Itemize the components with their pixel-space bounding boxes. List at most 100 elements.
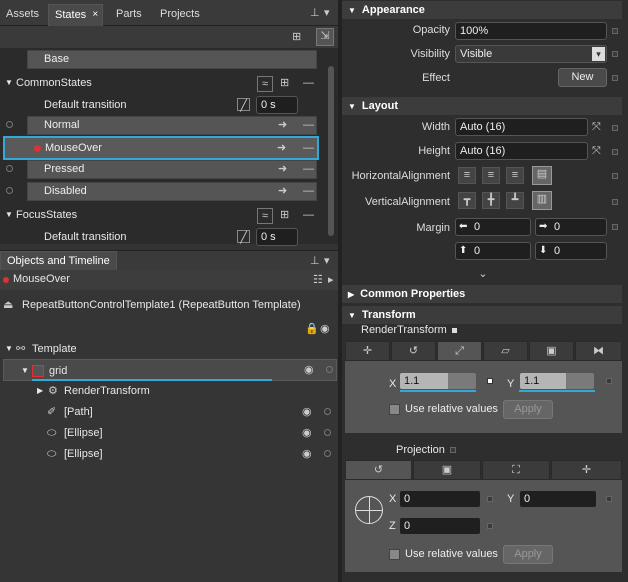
tab-proj-global-offset-icon[interactable]: ⛶ [482, 460, 550, 480]
advanced-options-icon[interactable] [606, 378, 612, 384]
tab-proj-center-icon[interactable]: ▣ [413, 460, 481, 480]
record-dot-icon[interactable] [6, 187, 13, 194]
chevron-down-icon[interactable]: ▾ [592, 47, 605, 61]
advanced-options-icon[interactable] [612, 149, 618, 155]
play-icon[interactable]: ▸ [328, 273, 334, 287]
projection-x-input[interactable]: 0 [399, 490, 481, 508]
tab-assets[interactable]: Assets [0, 4, 45, 26]
align-stretch-icon[interactable]: ▥ [532, 191, 552, 210]
state-disabled[interactable]: Disabled ➜ — [27, 182, 317, 201]
lock-dot-icon[interactable] [324, 450, 331, 457]
relative-values-checkbox[interactable] [389, 404, 400, 415]
lock-dot-icon[interactable] [326, 366, 333, 373]
state-normal[interactable]: Normal ➜ — [27, 116, 317, 135]
new-effect-button[interactable]: New [558, 68, 607, 87]
pin-icon[interactable]: ⊥ [310, 6, 320, 20]
menu-icon[interactable]: ▾ [324, 254, 330, 268]
collapse-icon[interactable]: ▶ [37, 380, 43, 402]
projection-z-input[interactable]: 0 [399, 517, 481, 535]
relative-values-checkbox[interactable] [389, 549, 400, 560]
easing-icon[interactable]: ≈ [257, 76, 273, 92]
align-top-icon[interactable]: ┳ [458, 192, 476, 209]
margin-left-input[interactable]: ⬅ 0 [455, 218, 531, 236]
tab-proj-local-offset-icon[interactable]: ✛ [551, 460, 622, 480]
height-input[interactable]: Auto (16) [455, 142, 588, 160]
advanced-options-icon[interactable] [487, 523, 493, 529]
align-bottom-icon[interactable]: ┻ [506, 192, 524, 209]
scope-up-icon[interactable]: ⏏ [3, 298, 13, 312]
scale-y-input[interactable]: 1.1 [519, 372, 595, 390]
add-transition-icon[interactable]: ➜ [278, 162, 287, 176]
margin-right-input[interactable]: ➡ 0 [535, 218, 607, 236]
advanced-options-icon[interactable] [612, 199, 618, 205]
expand-icon[interactable]: ▼ [5, 204, 13, 226]
easing-curve-icon[interactable]: ╱ [237, 230, 250, 244]
align-center-icon[interactable]: ≡ [482, 167, 500, 184]
advanced-options-icon[interactable] [612, 173, 618, 179]
tab-parts[interactable]: Parts [110, 4, 148, 26]
storyboard-options-icon[interactable]: ☷ [313, 273, 323, 287]
advanced-options-icon[interactable] [487, 496, 493, 502]
collapse-icon[interactable]: ▼ [348, 6, 356, 15]
advanced-options-icon[interactable] [612, 28, 618, 34]
scroll-thumb[interactable] [328, 66, 334, 236]
tab-close-icon[interactable]: × [92, 5, 98, 25]
states-scrollbar[interactable] [325, 48, 338, 244]
remove-icon[interactable]: — [303, 76, 314, 90]
eye-icon[interactable]: ◉ [302, 447, 312, 461]
expand-icon[interactable]: ▼ [5, 72, 13, 94]
advanced-options-icon[interactable] [612, 125, 618, 131]
projection-y-input[interactable]: 0 [519, 490, 597, 508]
opacity-input[interactable]: 100% [455, 22, 607, 40]
tree-node-ellipse[interactable]: ⬭ [Ellipse] ◉ [0, 443, 338, 465]
lock-dot-icon[interactable] [324, 408, 331, 415]
tab-scale-icon[interactable]: ⤢ [437, 341, 482, 361]
common-properties-header[interactable]: ▶ Common Properties [342, 285, 622, 303]
remove-icon[interactable]: — [303, 184, 314, 198]
template-scope-row[interactable]: ⏏ RepeatButtonControlTemplate1 (RepeatBu… [0, 294, 338, 316]
transition-duration-input[interactable]: 0 s [256, 228, 298, 246]
remove-icon[interactable]: — [303, 141, 314, 155]
add-state-group-icon[interactable]: ⊞ [292, 30, 301, 44]
remove-icon[interactable]: — [303, 118, 314, 132]
advanced-options-icon[interactable] [612, 75, 618, 81]
tab-objects-timeline[interactable]: Objects and Timeline [0, 251, 117, 271]
advanced-options-icon[interactable] [612, 51, 618, 57]
collapse-icon[interactable]: ▼ [348, 102, 356, 111]
align-right-icon[interactable]: ≡ [506, 167, 524, 184]
tree-node-grid[interactable]: ▼ grid ◉ [3, 359, 337, 381]
advanced-options-icon[interactable] [606, 496, 612, 502]
layout-header[interactable]: ▼ Layout [342, 97, 622, 115]
record-dot-icon[interactable] [6, 121, 13, 128]
record-dot-icon[interactable] [6, 165, 13, 172]
appearance-header[interactable]: ▼ Appearance [342, 1, 622, 19]
advanced-options-icon[interactable] [612, 224, 618, 230]
easing-curve-icon[interactable]: ╱ [237, 98, 250, 112]
margin-bottom-input[interactable]: ⬇ 0 [535, 242, 607, 260]
auto-size-icon[interactable]: ⤧ [592, 144, 601, 158]
expand-more-icon[interactable]: ⌄ [476, 267, 490, 281]
visibility-select[interactable]: Visible ▾ [455, 45, 607, 63]
eye-icon[interactable]: ◉ [302, 426, 312, 440]
tab-center-point-icon[interactable]: ▣ [529, 341, 574, 361]
transition-duration-input[interactable]: 0 s [256, 96, 298, 114]
width-input[interactable]: Auto (16) [455, 118, 588, 136]
expand-icon[interactable]: ▼ [21, 360, 29, 382]
state-pressed[interactable]: Pressed ➜ — [27, 160, 317, 179]
state-group-common[interactable]: ▼ CommonStates ≈ ⊞ — [0, 72, 338, 94]
tree-node-ellipse[interactable]: ⬭ [Ellipse] ◉ [0, 422, 338, 444]
visibility-icon[interactable]: ◉ [320, 322, 330, 336]
apply-button[interactable]: Apply [503, 400, 553, 419]
show-transitions-icon[interactable]: ⇲ [316, 28, 334, 46]
state-mouseover[interactable]: MouseOver ➜ — [3, 136, 319, 160]
advanced-options-icon[interactable] [450, 447, 456, 453]
tab-projects[interactable]: Projects [154, 4, 206, 26]
add-transition-icon[interactable]: ➜ [278, 118, 287, 132]
transform-header[interactable]: ▼ Transform [342, 306, 622, 324]
add-transition-icon[interactable]: ➜ [278, 184, 287, 198]
collapse-icon[interactable]: ▼ [348, 311, 356, 320]
marker-icon[interactable] [487, 378, 493, 384]
easing-icon[interactable]: ≈ [257, 208, 273, 224]
state-group-focus[interactable]: ▼ FocusStates ≈ ⊞ — [0, 204, 338, 226]
margin-top-input[interactable]: ⬆ 0 [455, 242, 531, 260]
